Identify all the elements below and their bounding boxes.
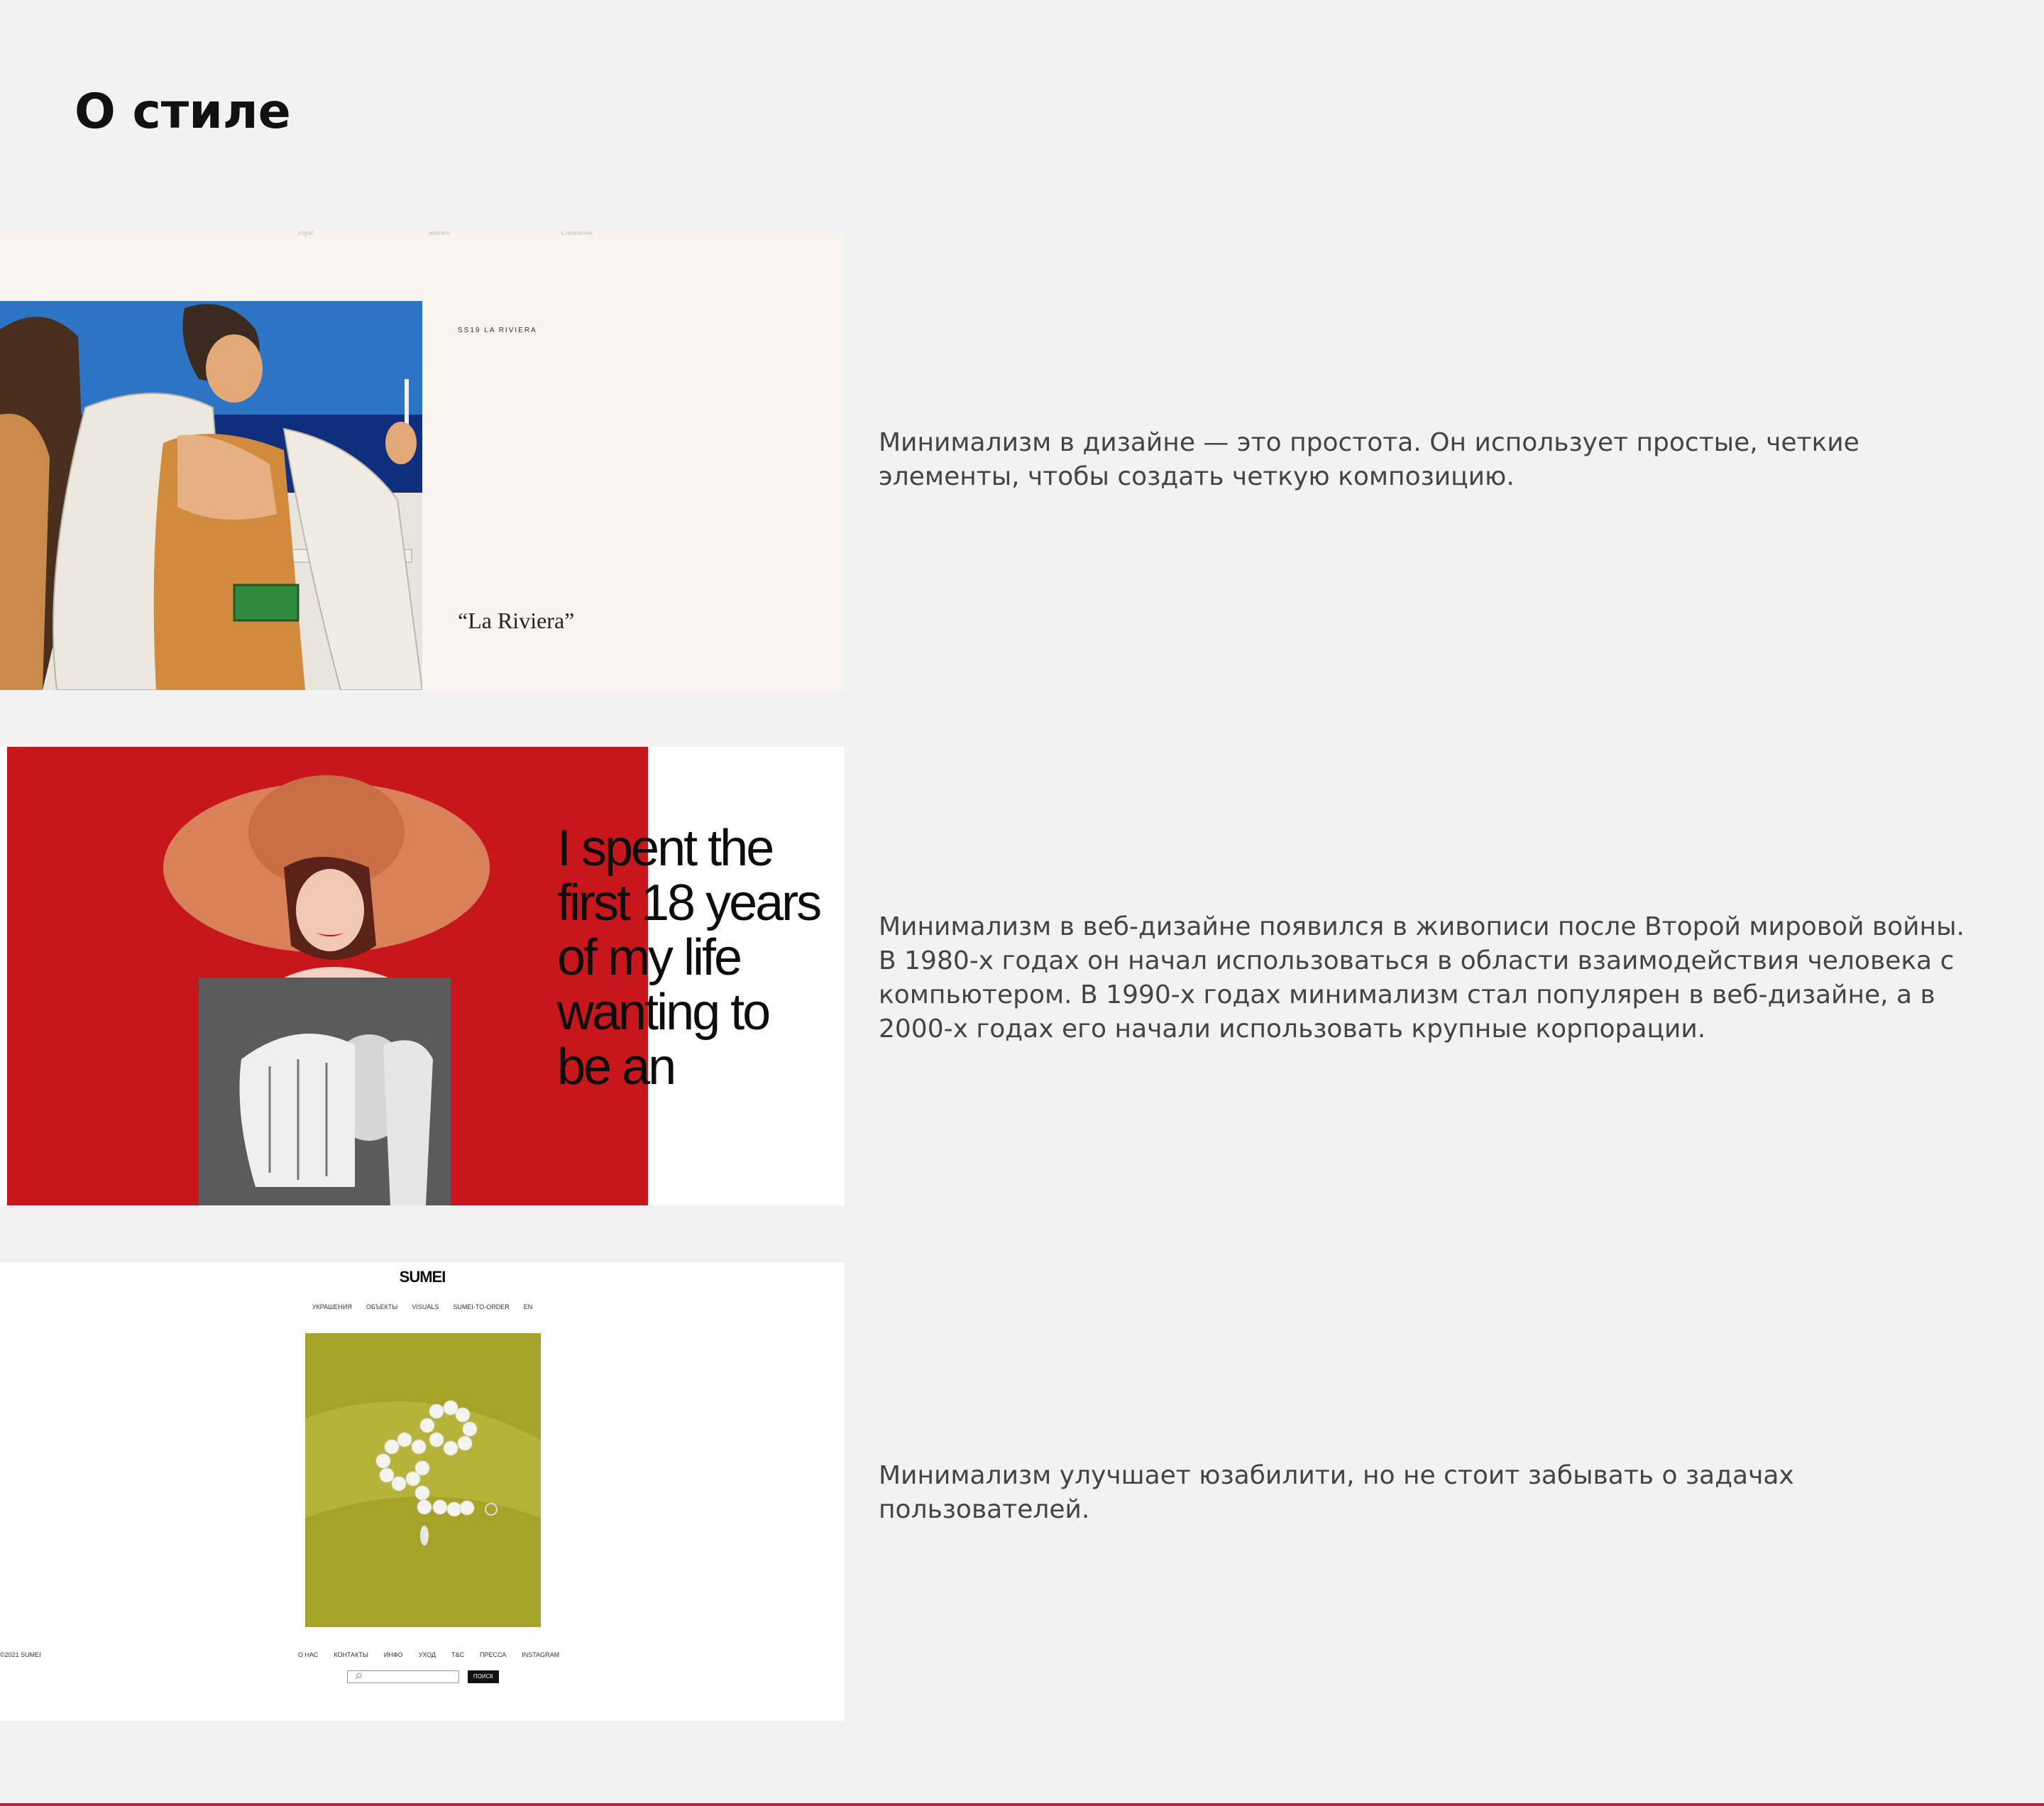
search-button[interactable]: ПОИСК (468, 1670, 499, 1683)
hero-headline-line: of my life (557, 929, 742, 986)
sumei-menu: УКРАШЕНИЯ ОБЪЕКТЫ VISUALS SUMEI-TO-ORDER… (0, 1303, 845, 1310)
footer-link[interactable]: О НАС (298, 1651, 318, 1658)
menu-item[interactable]: УКРАШЕНИЯ (312, 1303, 352, 1310)
section-description: Минимализм улучшает юзабилити, но не сто… (879, 1461, 1794, 1524)
footer-link[interactable]: T&C (451, 1651, 464, 1658)
footer-link[interactable]: INSTAGRAM (522, 1651, 559, 1658)
menu-item[interactable]: VISUALS (412, 1303, 439, 1310)
footer-links: О НАС КОНТАКТЫ ИНФО УХОД T&C ПРЕССА INST… (298, 1651, 559, 1658)
search-icon (355, 1673, 362, 1680)
bottom-divider (0, 1803, 2044, 1806)
collection-title: “La Riviera” (458, 608, 575, 633)
search-input[interactable] (347, 1670, 459, 1683)
menu-item[interactable]: SUMEI-TO-ORDER (453, 1303, 509, 1310)
shot-nav-item: Lookbook (561, 231, 593, 237)
menu-item[interactable]: ОБЪЕКТЫ (366, 1303, 397, 1310)
riviera-painting (0, 301, 422, 690)
screenshot-la-riviera: Topic Stories Lookbook SS19 LA RIVIERA “… (0, 231, 845, 690)
screenshot-red-hat: I spent the first 18 years of my life wa… (0, 747, 845, 1205)
hero-headline-line: I spent the (557, 820, 774, 877)
copyright: ©2021 SUMEI (0, 1651, 41, 1658)
pearl-bracelet-photo (305, 1333, 541, 1627)
shot-nav-item: Topic (297, 231, 314, 237)
hero-headline-line: be an (557, 1039, 676, 1095)
shot-nav-item: Stories (428, 231, 450, 237)
footer-link[interactable]: КОНТАКТЫ (334, 1651, 368, 1658)
sumei-logo[interactable]: SUMEI (0, 1268, 845, 1286)
hero-headline: I spent the first 18 years of my life wa… (557, 821, 841, 1095)
footer-link[interactable]: УХОД (419, 1651, 436, 1658)
footer-link[interactable]: ИНФО (384, 1651, 403, 1658)
shot-nav: Topic Stories Lookbook (0, 231, 845, 239)
collection-tag: SS19 LA RIVIERA (458, 327, 537, 334)
screenshot-sumei: SUMEI УКРАШЕНИЯ ОБЪЕКТЫ VISUALS SUMEI-TO… (0, 1262, 845, 1721)
page-title: О стиле (75, 84, 291, 140)
hero-headline-line: wanting to (557, 984, 771, 1041)
section-description: Минимализм в дизайне — это простота. Он … (879, 428, 1859, 491)
section-description: Минимализм в веб-дизайне появился в живо… (879, 912, 1965, 1044)
footer-link[interactable]: ПРЕССА (480, 1651, 506, 1658)
menu-item[interactable]: EN (524, 1303, 533, 1310)
hero-headline-line: first 18 years (557, 875, 822, 931)
